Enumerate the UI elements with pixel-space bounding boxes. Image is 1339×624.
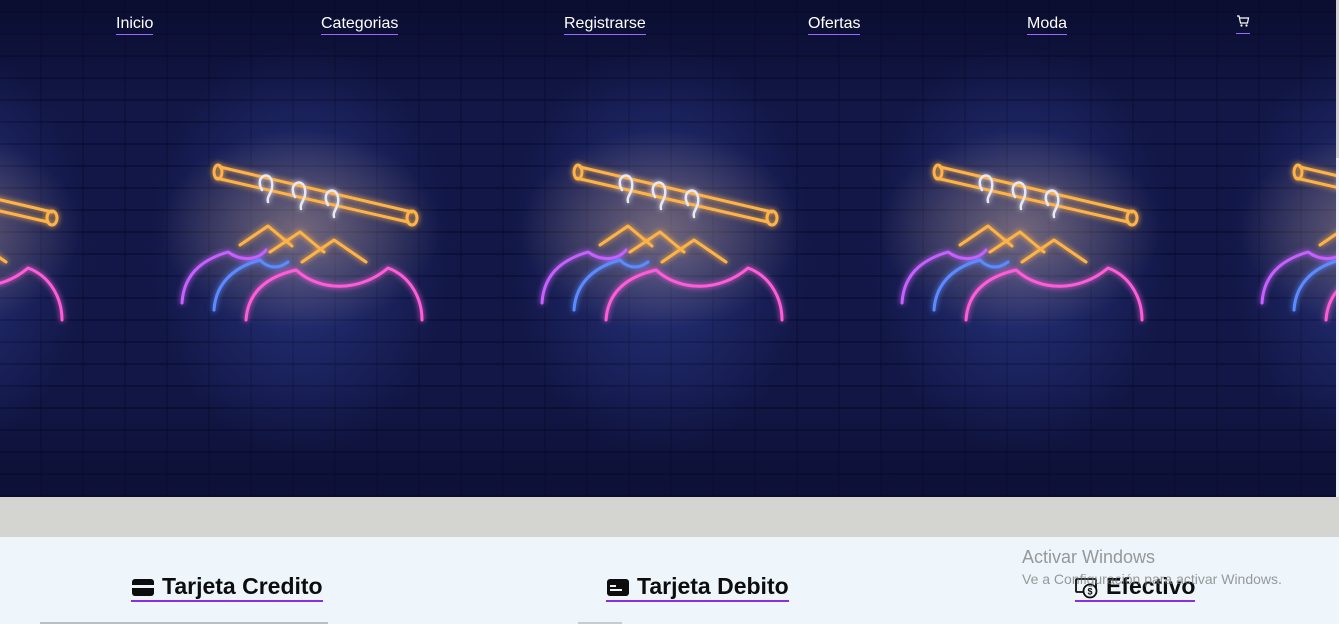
nav-registrarse[interactable]: Registrarse — [564, 15, 646, 35]
payment-credit: Tarjeta Credito — [131, 573, 323, 602]
nav-inicio[interactable]: Inicio — [116, 15, 154, 35]
hero-neon-hangers — [120, 0, 480, 497]
windows-activation-watermark: Activar Windows Ve a Configuración para … — [1022, 546, 1282, 589]
divider-band — [0, 497, 1339, 537]
hero-neon-hangers — [0, 0, 120, 497]
debit-card-icon — [607, 579, 629, 596]
nav-moda[interactable]: Moda — [1027, 15, 1068, 35]
hero-neon-hangers — [480, 0, 840, 497]
hero-banner — [0, 0, 1336, 497]
payment-label: Tarjeta Debito — [637, 573, 789, 599]
watermark-subtitle: Ve a Configuración para activar Windows. — [1022, 571, 1282, 587]
cart-icon[interactable] — [1236, 14, 1250, 34]
hero-neon-hangers — [840, 0, 1200, 497]
payment-label: Tarjeta Credito — [162, 573, 323, 599]
nav-categorias[interactable]: Categorias — [321, 15, 399, 35]
watermark-title: Activar Windows — [1022, 547, 1156, 567]
payment-debit: Tarjeta Debito — [606, 573, 789, 602]
credit-card-icon — [132, 579, 154, 596]
page: Inicio Categorias Registrarse Ofertas Mo… — [0, 0, 1339, 624]
main-nav: Inicio Categorias Registrarse Ofertas Mo… — [0, 0, 1336, 50]
nav-ofertas[interactable]: Ofertas — [808, 15, 861, 35]
hero-neon-hangers — [1200, 0, 1336, 497]
